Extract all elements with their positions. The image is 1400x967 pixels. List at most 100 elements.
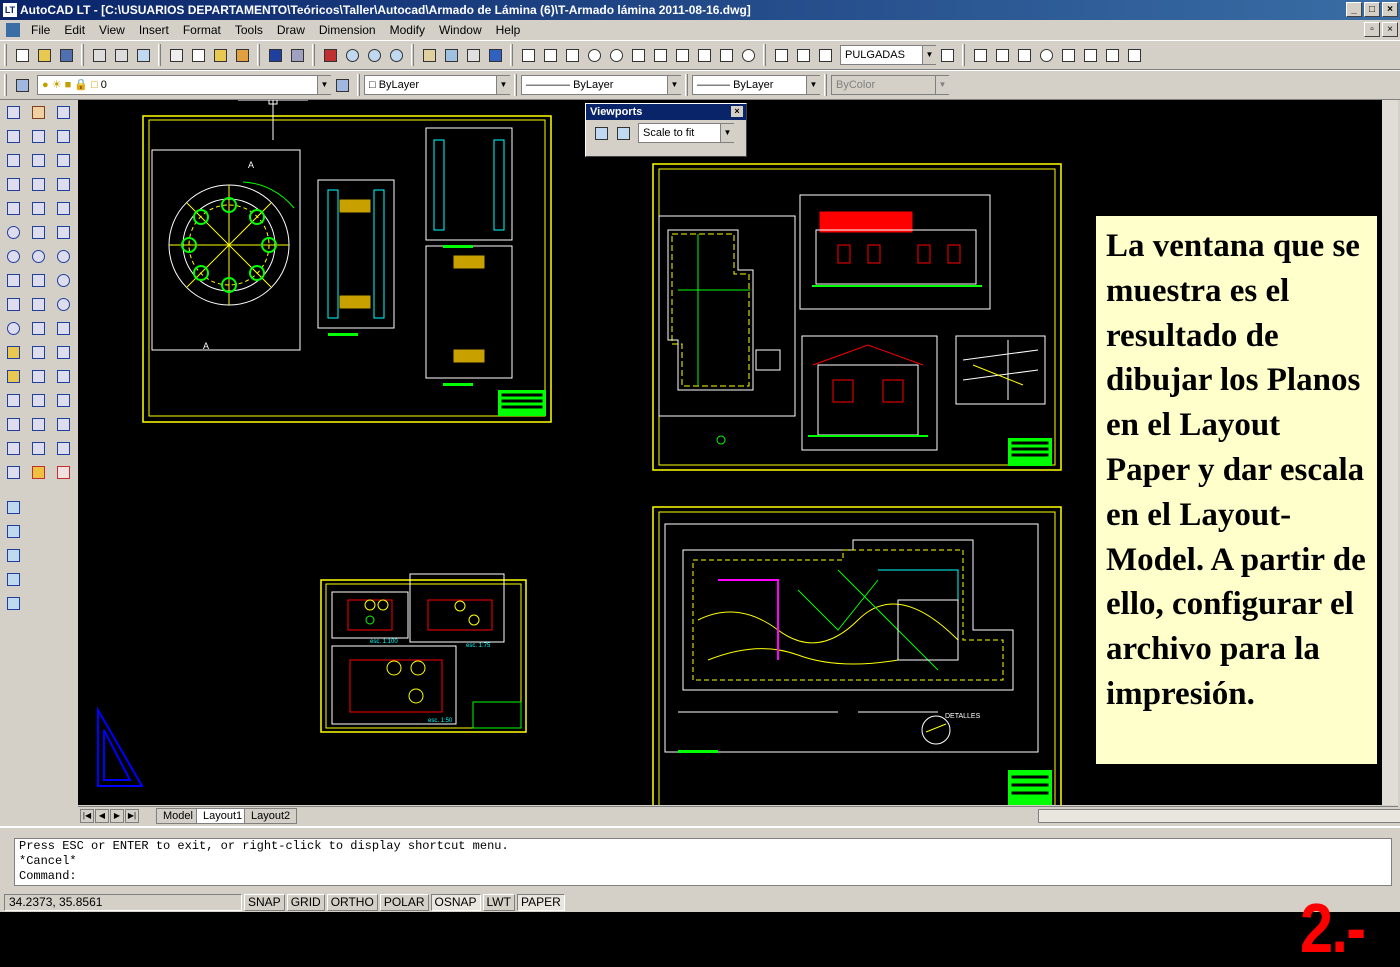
- linetype-select[interactable]: ———— ByLayer ▼: [521, 75, 681, 95]
- line-icon[interactable]: [3, 102, 23, 122]
- menu-view[interactable]: View: [92, 20, 132, 40]
- move-icon[interactable]: [28, 222, 48, 242]
- tool-palettes-icon[interactable]: [463, 45, 483, 65]
- command-prompt[interactable]: Command:: [19, 869, 1391, 884]
- tab-layout1[interactable]: Layout1: [196, 808, 250, 824]
- explode-icon[interactable]: [28, 462, 48, 482]
- dim-edit-icon[interactable]: [771, 45, 791, 65]
- scale-icon[interactable]: [28, 270, 48, 290]
- close-button[interactable]: ×: [1382, 2, 1398, 17]
- document-icon[interactable]: [6, 23, 20, 37]
- menu-insert[interactable]: Insert: [132, 20, 176, 40]
- revision-cloud-icon[interactable]: [3, 270, 23, 290]
- coordinates-readout[interactable]: 34.2373, 35.8561: [4, 893, 242, 911]
- break-icon[interactable]: [28, 390, 48, 410]
- help-icon[interactable]: [485, 45, 505, 65]
- point-icon[interactable]: [3, 390, 23, 410]
- make-current-layer-icon[interactable]: [332, 75, 352, 95]
- dim-linear-icon[interactable]: [518, 45, 538, 65]
- text-justify-icon[interactable]: [1102, 45, 1122, 65]
- chevron-down-icon[interactable]: ▼: [667, 76, 681, 94]
- copy-icon[interactable]: [188, 45, 208, 65]
- snap-extension-icon[interactable]: [53, 222, 73, 242]
- zoom-previous-icon[interactable]: [386, 45, 406, 65]
- menu-format[interactable]: Format: [176, 20, 228, 40]
- rectangle-icon[interactable]: [3, 198, 23, 218]
- properties-icon[interactable]: [419, 45, 439, 65]
- match-properties-icon[interactable]: [232, 45, 252, 65]
- dim-ordinate-icon[interactable]: [562, 45, 582, 65]
- construction-line-icon[interactable]: [3, 126, 23, 146]
- plotstyle-select[interactable]: ByColor ▼: [831, 75, 949, 95]
- layer-select[interactable]: ● ☀ ■ 🔒 □ 0 ▼: [37, 75, 331, 95]
- dim-update-icon[interactable]: [815, 45, 835, 65]
- command-history[interactable]: Press ESC or ENTER to exit, or right-cli…: [14, 838, 1392, 886]
- menu-edit[interactable]: Edit: [57, 20, 92, 40]
- extend-icon[interactable]: [28, 366, 48, 386]
- snap-from-icon[interactable]: [53, 102, 73, 122]
- last-tab-icon[interactable]: ▶|: [125, 809, 139, 823]
- mtext-icon[interactable]: [992, 45, 1012, 65]
- chamfer-icon[interactable]: [28, 414, 48, 434]
- array-icon[interactable]: [28, 198, 48, 218]
- new-icon[interactable]: [12, 45, 32, 65]
- menu-tools[interactable]: Tools: [228, 20, 270, 40]
- dim-style-icon[interactable]: [937, 45, 957, 65]
- viewports-dialog-icon[interactable]: [591, 123, 611, 143]
- snap-perpendicular-icon[interactable]: [53, 318, 73, 338]
- snap-intersection-icon[interactable]: [53, 174, 73, 194]
- ellipse-icon[interactable]: [3, 318, 23, 338]
- pan-icon[interactable]: [320, 45, 340, 65]
- snap-parallel-icon[interactable]: [53, 342, 73, 362]
- chevron-down-icon[interactable]: ▼: [806, 76, 820, 94]
- dim-diameter-icon[interactable]: [606, 45, 626, 65]
- print-preview-icon[interactable]: [111, 45, 131, 65]
- toolbar-grip[interactable]: [4, 44, 7, 66]
- dim-baseline-icon[interactable]: [650, 45, 670, 65]
- viewport-scale-select[interactable]: Scale to fit ▼: [638, 123, 734, 143]
- spline-icon[interactable]: [3, 294, 23, 314]
- erase-icon[interactable]: [28, 102, 48, 122]
- minimize-button[interactable]: _: [1346, 2, 1362, 17]
- color-select[interactable]: □ ByLayer ▼: [364, 75, 510, 95]
- text-edit-icon[interactable]: [1014, 45, 1034, 65]
- polar-toggle[interactable]: POLAR: [379, 893, 429, 911]
- chevron-down-icon[interactable]: ▼: [922, 46, 936, 64]
- menu-window[interactable]: Window: [432, 20, 489, 40]
- menu-help[interactable]: Help: [489, 20, 528, 40]
- tab-layout2[interactable]: Layout2: [244, 808, 298, 824]
- dim-continue-icon[interactable]: [672, 45, 692, 65]
- tab-model[interactable]: Model: [156, 808, 200, 824]
- first-tab-icon[interactable]: |◀: [80, 809, 94, 823]
- close-icon[interactable]: ×: [731, 106, 743, 117]
- design-center-icon[interactable]: [441, 45, 461, 65]
- snap-node-icon[interactable]: [53, 366, 73, 386]
- dim-radius-icon[interactable]: [584, 45, 604, 65]
- arc-icon[interactable]: [3, 222, 23, 242]
- text-style-icon[interactable]: [970, 45, 990, 65]
- find-icon[interactable]: [1036, 45, 1056, 65]
- snap-tangent-icon[interactable]: [53, 294, 73, 314]
- toolbar-grip[interactable]: [4, 74, 7, 96]
- lengthen-icon[interactable]: [28, 318, 48, 338]
- make-block-icon[interactable]: [3, 366, 23, 386]
- snap-midpoint-icon[interactable]: [53, 150, 73, 170]
- display-viewports-icon[interactable]: [3, 569, 23, 589]
- snap-none-icon[interactable]: [53, 438, 73, 458]
- new-layout-icon[interactable]: [3, 497, 23, 517]
- ortho-toggle[interactable]: ORTHO: [326, 893, 378, 911]
- menu-dimension[interactable]: Dimension: [312, 20, 383, 40]
- chevron-down-icon[interactable]: ▼: [720, 124, 734, 142]
- copy-object-icon[interactable]: [28, 126, 48, 146]
- snap-endpoint-icon[interactable]: [53, 126, 73, 146]
- zoom-window-icon[interactable]: [364, 45, 384, 65]
- snap-quadrant-icon[interactable]: [53, 270, 73, 290]
- page-setup-icon[interactable]: [3, 545, 23, 565]
- leader-icon[interactable]: [694, 45, 714, 65]
- hatch-icon[interactable]: [3, 414, 23, 434]
- snap-nearest-icon[interactable]: [53, 414, 73, 434]
- publish-icon[interactable]: [133, 45, 153, 65]
- stretch-icon[interactable]: [28, 294, 48, 314]
- next-tab-icon[interactable]: ▶: [110, 809, 124, 823]
- insert-block-icon[interactable]: [3, 342, 23, 362]
